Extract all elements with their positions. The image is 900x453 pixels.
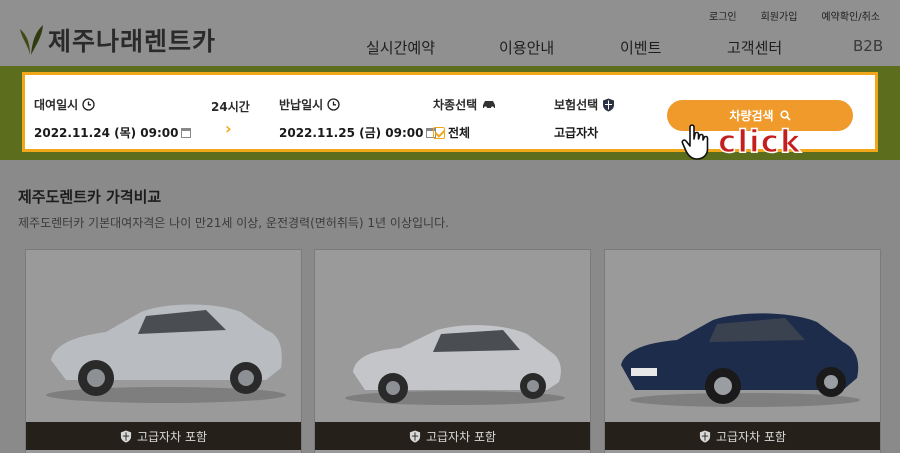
insurance-select[interactable]: 보험선택 고급자차 bbox=[554, 96, 615, 141]
nav-customer-center[interactable]: 고객센터 bbox=[727, 37, 782, 58]
car-image bbox=[26, 250, 301, 422]
clock-icon bbox=[327, 98, 340, 111]
clock-icon bbox=[82, 98, 95, 111]
login-link[interactable]: 로그인 bbox=[709, 8, 737, 23]
pickup-value: 2022.11.24 (목) 09:00 bbox=[34, 126, 179, 140]
utility-nav: 로그인 회원가입 예약확인/취소 bbox=[709, 8, 880, 23]
main-nav: 실시간예약 이용안내 이벤트 고객센터 B2B bbox=[0, 37, 900, 57]
car-type-select[interactable]: 차종선택 전체 bbox=[433, 96, 497, 141]
shield-icon bbox=[603, 98, 615, 111]
pointer-hand-icon bbox=[681, 124, 709, 160]
insurance-label: 보험선택 bbox=[554, 98, 599, 112]
return-value: 2022.11.25 (금) 09:00 bbox=[279, 126, 424, 140]
card-badge: 고급자차 포함 bbox=[136, 429, 208, 444]
shield-icon bbox=[699, 430, 711, 442]
pickup-datetime[interactable]: 대여일시 2022.11.24 (목) 09:00 bbox=[34, 96, 192, 141]
car-search-button-label: 차량검색 bbox=[729, 109, 774, 123]
car-card[interactable]: 고급자차 포함 bbox=[25, 249, 302, 453]
nav-b2b[interactable]: B2B bbox=[853, 37, 883, 55]
chevron-right-icon: › bbox=[225, 119, 232, 138]
shield-icon bbox=[409, 430, 421, 442]
shield-icon bbox=[120, 430, 132, 442]
signup-link[interactable]: 회원가입 bbox=[761, 8, 798, 23]
nav-events[interactable]: 이벤트 bbox=[620, 37, 661, 58]
card-badge: 고급자차 포함 bbox=[425, 429, 497, 444]
car-image bbox=[315, 250, 590, 422]
car-type-label: 차종선택 bbox=[433, 98, 478, 112]
section-title: 제주도렌트카 가격비교 bbox=[18, 188, 162, 206]
click-annotation: click bbox=[717, 123, 802, 161]
car-type-value: 전체 bbox=[448, 126, 471, 140]
car-card[interactable]: 고급자차 포함 bbox=[604, 249, 881, 453]
pickup-label: 대여일시 bbox=[34, 98, 79, 112]
car-image bbox=[605, 250, 880, 422]
car-icon bbox=[483, 101, 496, 110]
card-badge: 고급자차 포함 bbox=[715, 429, 787, 444]
rental-duration: 24시간 bbox=[211, 100, 250, 114]
reservation-check-link[interactable]: 예약확인/취소 bbox=[821, 8, 880, 23]
return-label: 반납일시 bbox=[279, 98, 324, 112]
site-header: 로그인 회원가입 예약확인/취소 제주나래렌트카 실시간예약 이용안내 이벤트 … bbox=[0, 0, 900, 66]
all-checkbox[interactable] bbox=[433, 126, 445, 139]
nav-realtime-reservation[interactable]: 실시간예약 bbox=[366, 37, 435, 58]
return-datetime[interactable]: 반납일시 2022.11.25 (금) 09:00 bbox=[279, 96, 437, 141]
search-icon bbox=[779, 110, 791, 121]
nav-guide[interactable]: 이용안내 bbox=[499, 37, 554, 58]
insurance-value: 고급자차 bbox=[554, 126, 599, 140]
section-description: 제주도렌터카 기본대여자격은 나이 만21세 이상, 운전경력(면허취득) 1년… bbox=[18, 216, 449, 230]
calendar-icon bbox=[181, 127, 192, 138]
car-card[interactable]: 고급자차 포함 bbox=[314, 249, 591, 453]
